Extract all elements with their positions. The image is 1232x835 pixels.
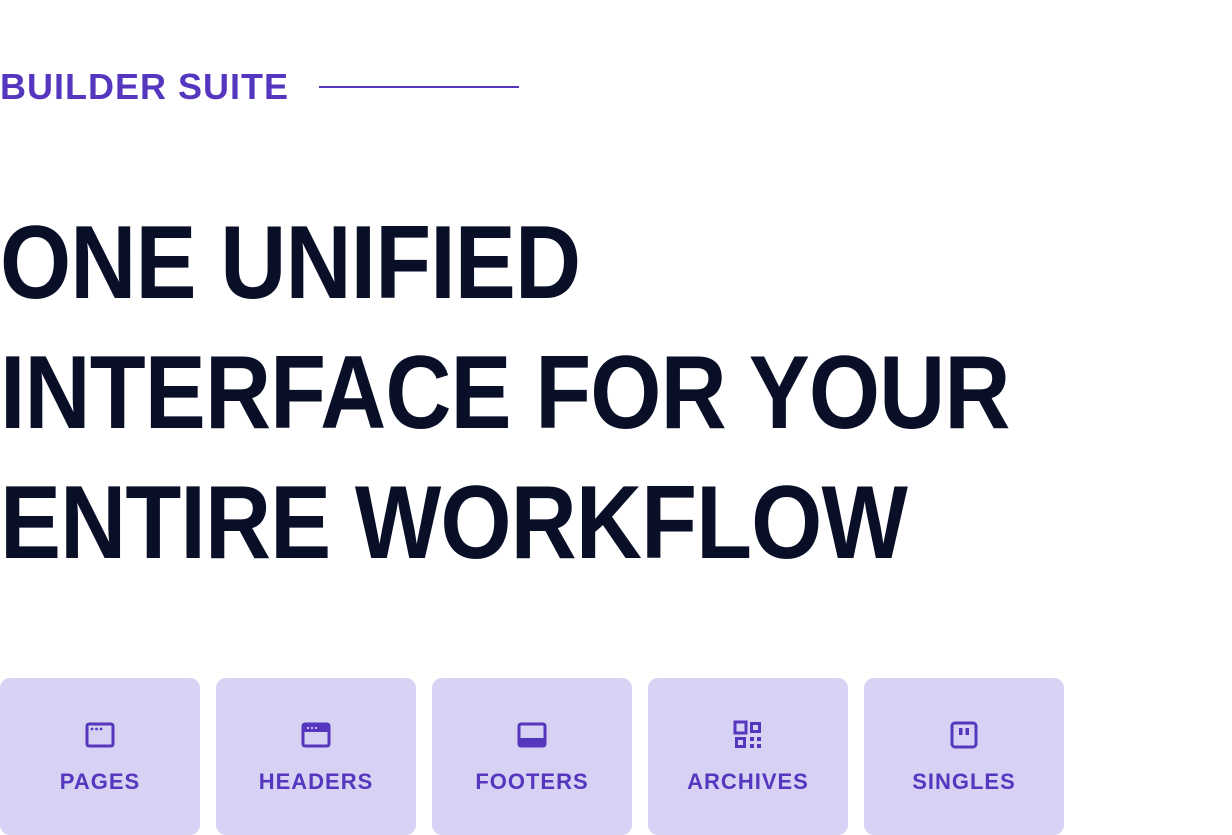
card-pages[interactable]: PAGES <box>0 678 200 835</box>
card-headers[interactable]: HEADERS <box>216 678 416 835</box>
card-singles[interactable]: SINGLES <box>864 678 1064 835</box>
section-eyebrow: BUILDER SUITE <box>0 66 289 108</box>
card-label: PAGES <box>60 769 140 795</box>
footer-icon <box>516 719 548 751</box>
window-icon <box>84 719 116 751</box>
section-eyebrow-row: BUILDER SUITE <box>0 0 1232 108</box>
card-label: ARCHIVES <box>687 769 809 795</box>
qr-icon <box>732 719 764 751</box>
page-title: ONE UNIFIED INTERFACE FOR YOUR ENTIRE WO… <box>0 198 1084 588</box>
pause-box-icon <box>948 719 980 751</box>
eyebrow-divider <box>319 86 519 88</box>
card-label: FOOTERS <box>475 769 588 795</box>
card-archives[interactable]: ARCHIVES <box>648 678 848 835</box>
card-label: SINGLES <box>912 769 1016 795</box>
card-row: PAGES HEADERS FOOTERS <box>0 678 1232 835</box>
card-label: HEADERS <box>259 769 374 795</box>
card-footers[interactable]: FOOTERS <box>432 678 632 835</box>
header-icon <box>300 719 332 751</box>
